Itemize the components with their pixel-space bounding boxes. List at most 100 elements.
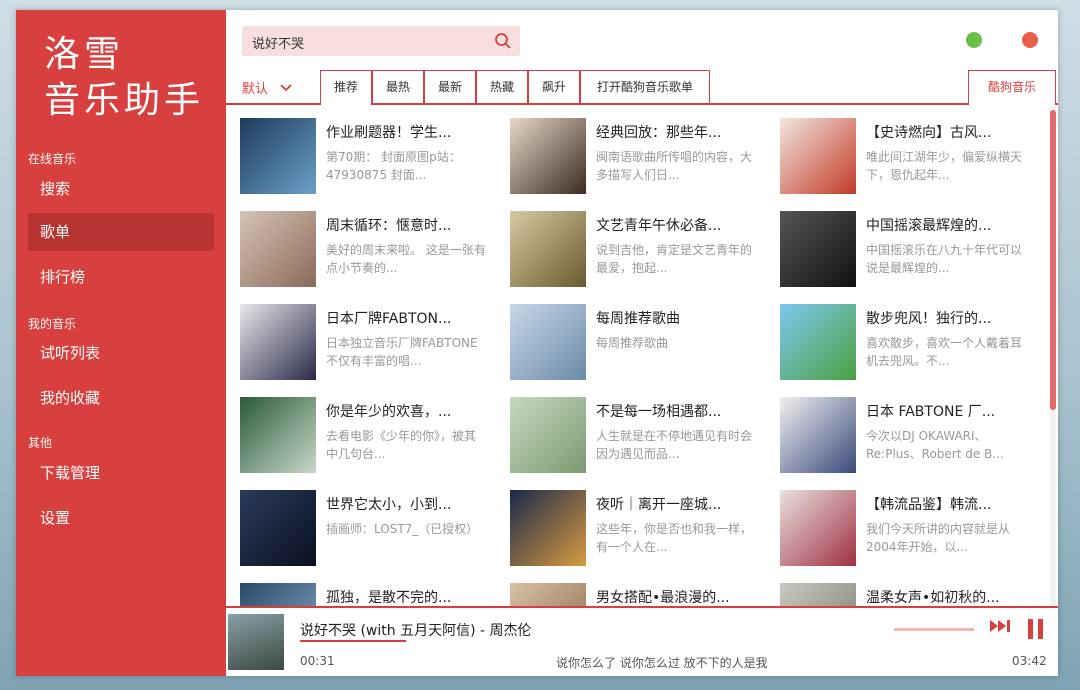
playlist-card[interactable]: 经典回放：那些年... 闽南语歌曲所传唱的内容，大多描写人们日... [510, 118, 772, 198]
chevron-down-icon [280, 84, 292, 92]
playlist-cover[interactable] [510, 490, 586, 566]
playlist-cover[interactable] [240, 211, 316, 287]
playlist-title[interactable]: 文艺青年午休必备... [596, 215, 766, 235]
playlist-card[interactable]: 【韩流品鉴】韩流... 我们今天所讲的内容就是从2004年开始，以... [780, 490, 1040, 570]
playlist-cover[interactable] [780, 118, 856, 194]
playlist-cover[interactable] [240, 304, 316, 380]
playlist-cover[interactable] [240, 397, 316, 473]
playlist-title[interactable]: 作业刷题器！学生... [326, 122, 496, 142]
playlist-card[interactable]: 日本厂牌FABTON... 日本独立音乐厂牌FABTONE不仅有丰富的唱... [240, 304, 502, 384]
playlist-description: 第70期： 封面原图p站：47930875 封面... [326, 150, 461, 182]
playlist-description: 我们今天所讲的内容就是从2004年开始，以... [866, 522, 1011, 554]
playlist-title[interactable]: 中国摇滚最辉煌的... [866, 215, 1036, 235]
app-logo: 洛雪 音乐助手 [44, 32, 204, 124]
tab-hottest[interactable]: 最热 [372, 70, 424, 103]
volume-slider[interactable] [894, 628, 974, 631]
tab-rising[interactable]: 飙升 [528, 70, 580, 103]
playlist-description: 说到吉他，肯定是文艺青年的最爱，抱起... [596, 243, 753, 275]
playlist-cover[interactable] [780, 211, 856, 287]
sidebar-item-play-list[interactable]: 试听列表 [28, 334, 214, 372]
tab-newest[interactable]: 最新 [424, 70, 476, 103]
playlist-title[interactable]: 夜听｜离开一座城... [596, 494, 766, 514]
playlist-card[interactable]: 文艺青年午休必备... 说到吉他，肯定是文艺青年的最爱，抱起... [510, 211, 772, 291]
playlist-title[interactable]: 【韩流品鉴】韩流... [866, 494, 1036, 514]
sidebar-item-favorites[interactable]: 我的收藏 [28, 379, 214, 417]
playlist-title[interactable]: 不是每一场相遇都... [596, 401, 766, 421]
sort-dropdown[interactable]: 默认 [242, 78, 292, 97]
progress-bar[interactable] [300, 640, 406, 642]
playlist-title[interactable]: 世界它太小，小到... [326, 494, 496, 514]
playlist-title[interactable]: 散步兜风！独行的... [866, 308, 1036, 328]
section-label-my-music: 我的音乐 [28, 317, 77, 331]
sidebar-item-playlists[interactable]: 歌单 [28, 213, 214, 251]
playlist-card[interactable]: 周末循环：惬意时... 美好的周末来啦。 这是一张有点小节奏的... [240, 211, 502, 291]
playlist-card[interactable]: 不是每一场相遇都... 人生就是在不停地遇见有时会因为遇见而品... [510, 397, 772, 477]
playlist-title[interactable]: 孤独，是散不完的... [326, 587, 496, 607]
tab-recommend[interactable]: 推荐 [320, 70, 372, 105]
sidebar-item-settings[interactable]: 设置 [28, 499, 214, 537]
playlist-cover[interactable] [780, 304, 856, 380]
playlist-description: 这些年，你是否也和我一样，有一个人在... [596, 522, 753, 554]
playlist-card[interactable]: 作业刷题器！学生... 第70期： 封面原图p站：47930875 封面... [240, 118, 502, 198]
playlist-cover[interactable] [780, 397, 856, 473]
playlist-cover[interactable] [510, 211, 586, 287]
lyric-line: 说你怎么了 说你怎么过 放不下的人是我 [556, 656, 768, 670]
scrollbar-thumb[interactable] [1050, 110, 1056, 410]
tab-hot-collect[interactable]: 热藏 [476, 70, 528, 103]
search-input[interactable] [250, 26, 484, 58]
playlist-cover[interactable] [510, 397, 586, 473]
playlist-title[interactable]: 经典回放：那些年... [596, 122, 766, 142]
playlist-cover[interactable] [240, 490, 316, 566]
sort-label: 默认 [242, 82, 269, 97]
playlist-cover[interactable] [510, 118, 586, 194]
minimize-button[interactable] [966, 32, 982, 48]
playlist-card[interactable]: 日本 FABTONE 厂... 今次以DJ OKAWARI、Re:Plus、Rob… [780, 397, 1040, 477]
current-time: 00:31 [300, 654, 335, 668]
playlist-cover[interactable] [510, 304, 586, 380]
playlist-title[interactable]: 每周推荐歌曲 [596, 308, 766, 328]
playlist-card[interactable]: 中国摇滚最辉煌的... 中国摇滚乐在八九十年代可以说是最辉煌的... [780, 211, 1040, 291]
playlist-card[interactable]: 【史诗燃向】古风... 唯此间江湖年少，偏爱纵横天下，恩仇起年... [780, 118, 1040, 198]
playlist-cover[interactable] [780, 583, 856, 608]
playlist-description: 日本独立音乐厂牌FABTONE不仅有丰富的唱... [326, 336, 478, 368]
sidebar-item-search[interactable]: 搜索 [28, 170, 214, 208]
playlist-title[interactable]: 【史诗燃向】古风... [866, 122, 1036, 142]
playlist-card[interactable]: 散步兜风！独行的... 喜欢散步，喜欢一个人戴着耳机去兜风。不... [780, 304, 1040, 384]
playlist-title[interactable]: 温柔女声•如初秋的... [866, 587, 1036, 607]
now-playing-cover[interactable] [228, 614, 284, 670]
tab-open-kugou-playlist[interactable]: 打开酷狗音乐歌单 [580, 70, 710, 103]
tab-bar: 默认 推荐 最热 最新 热藏 飙升 打开酷狗音乐歌单 酷狗音乐 [226, 70, 1058, 105]
playlist-description: 今次以DJ OKAWARI、Re:Plus、Robert de B... [866, 429, 1004, 461]
playlist-description: 中国摇滚乐在八九十年代可以说是最辉煌的... [866, 243, 1023, 275]
playlist-cover[interactable] [780, 490, 856, 566]
playlist-title[interactable]: 你是年少的欢喜，... [326, 401, 496, 421]
search-icon[interactable] [494, 32, 512, 54]
playlist-card[interactable]: 男女搭配•最浪漫的... [510, 583, 772, 608]
next-track-icon[interactable] [990, 618, 1012, 638]
playlist-cover[interactable] [240, 118, 316, 194]
playlist-cover[interactable] [510, 583, 586, 608]
source-selector[interactable]: 酷狗音乐 [968, 70, 1056, 105]
playlist-description: 人生就是在不停地遇见有时会因为遇见而品... [596, 429, 753, 461]
playlist-title[interactable]: 周末循环：惬意时... [326, 215, 496, 235]
playlist-card[interactable]: 温柔女声•如初秋的... [780, 583, 1040, 608]
playlist-card[interactable]: 每周推荐歌曲 每周推荐歌曲 [510, 304, 772, 384]
playlist-cover[interactable] [240, 583, 316, 608]
playlist-description: 去看电影《少年的你》，被其中几句台... [326, 429, 477, 461]
section-label-online: 在线音乐 [28, 152, 77, 166]
playlist-card[interactable]: 夜听｜离开一座城... 这些年，你是否也和我一样，有一个人在... [510, 490, 772, 570]
playlist-card[interactable]: 你是年少的欢喜，... 去看电影《少年的你》，被其中几句台... [240, 397, 502, 477]
app-window: 洛雪 音乐助手 在线音乐 搜索 歌单 排行榜 我的音乐 试听列表 我的收藏 其他… [16, 10, 1058, 676]
pause-icon[interactable] [1026, 618, 1046, 644]
sidebar-item-downloads[interactable]: 下载管理 [28, 454, 214, 492]
sidebar-item-charts[interactable]: 排行榜 [28, 258, 214, 296]
scrollbar[interactable] [1050, 106, 1056, 606]
close-button[interactable] [1022, 32, 1038, 48]
playlist-title[interactable]: 男女搭配•最浪漫的... [596, 587, 766, 607]
playlist-title[interactable]: 日本厂牌FABTON... [326, 308, 496, 328]
section-label-other: 其他 [28, 436, 53, 450]
playlist-title[interactable]: 日本 FABTONE 厂... [866, 401, 1036, 421]
playlist-card[interactable]: 孤独，是散不完的... [240, 583, 502, 608]
playlist-card[interactable]: 世界它太小，小到... 插画师：LOST7_（已授权） [240, 490, 502, 570]
total-time: 03:42 [1012, 654, 1047, 668]
